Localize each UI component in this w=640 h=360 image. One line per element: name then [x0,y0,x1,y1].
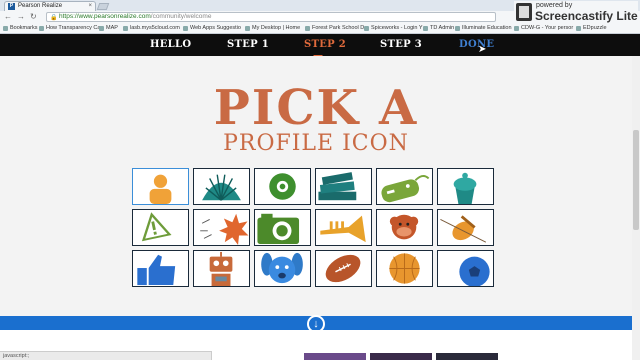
soccer-ball-icon [459,256,490,286]
screencastify-brand: Screencastify Lite [535,9,638,23]
camera-icon [257,213,300,245]
new-tab-button[interactable] [96,3,110,10]
person-icon [149,174,172,204]
close-tab-icon[interactable]: × [88,2,92,11]
page-subtitle: PROFILE ICON [223,131,409,156]
icon-option-basketball[interactable] [376,250,433,287]
icon-option-cupcake[interactable] [437,168,494,205]
icon-option-pokeball[interactable] [254,168,311,205]
trumpet-icon [320,215,366,243]
film-strip-icon [516,3,532,21]
bookmark-item[interactable]: Bookmarks [2,23,38,33]
icon-option-dog[interactable] [254,250,311,287]
bookmark-item[interactable]: Spiceworks - Login Y [363,23,423,33]
monkey-icon [389,214,419,240]
bookmark-item[interactable]: EDpuzzle [575,23,607,33]
lock-icon: 🔒 [50,15,58,21]
address-bar[interactable]: 🔒 https://www.pearsonrealize.com/communi… [46,12,496,22]
icon-option-robot[interactable] [193,250,250,287]
game-controller-icon [381,175,430,203]
screencastify-watermark: powered by Screencastify Lite [514,1,638,23]
icon-option-warning-sign[interactable] [132,209,189,246]
robot-icon [209,251,233,286]
dog-icon [261,252,303,284]
books-icon [318,172,357,201]
icon-option-monkey[interactable] [376,209,433,246]
thumbs-up-icon [137,254,176,286]
back-arrow-icon[interactable]: ← [4,12,12,22]
step-3[interactable]: STEP 3 [380,39,422,50]
icon-option-violin[interactable] [437,209,494,246]
pearson-favicon-icon: P [8,3,15,10]
bookmark-item[interactable]: Web Apps Suggestio [182,23,241,33]
preview-thumbnail[interactable] [370,353,432,360]
scrollbar-thumb[interactable] [633,130,639,230]
icon-option-game-controller[interactable] [376,168,433,205]
url-host: https://www.pearsonrealize.com [59,13,151,20]
icon-option-shell[interactable] [193,168,250,205]
page-title: PICK A [213,80,419,136]
reload-icon[interactable]: ↻ [30,12,37,22]
step-1[interactable]: STEP 1 [227,39,269,50]
icon-option-camera[interactable] [254,209,311,246]
main-content: PICK A PROFILE ICON [0,56,640,316]
explosion-icon [200,213,249,245]
warning-sign-icon [141,212,172,242]
bookmark-item[interactable]: CDW-G - Your persor [513,23,573,33]
bookmark-item[interactable]: TD Admin [422,23,454,33]
tab-title: Pearson Realize [18,3,63,9]
bookmark-item[interactable]: How Transparency Ca [38,23,100,33]
step-done[interactable]: DONE [459,39,494,50]
mouse-cursor-icon: ➤ [478,44,487,55]
icon-option-books[interactable] [315,168,372,205]
step-navigation: HELLO STEP 1 STEP 2 STEP 3 DONE [0,34,640,56]
bookmark-item[interactable]: lasb.mys5cloud.com [122,23,180,33]
bookmark-item[interactable]: MAP [98,23,118,33]
bookmarks-bar: Bookmarks How Transparency Ca MAP lasb.m… [0,23,640,34]
basketball-icon [389,253,420,284]
bookmark-item[interactable]: Forest Park School D [304,23,364,33]
forward-arrow-icon[interactable]: → [17,12,25,22]
icon-option-explosion[interactable] [193,209,250,246]
pokeball-icon [269,173,296,200]
icon-option-person[interactable] [132,168,189,205]
icon-option-football[interactable] [315,250,372,287]
bookmark-item[interactable]: Illuminate Education [454,23,512,33]
preview-thumbnail[interactable] [436,353,498,360]
url-path: /community/welcome [150,13,212,20]
browser-status-bar: javascript:; [0,351,212,360]
step-hello[interactable]: HELLO [150,39,191,50]
shell-icon [202,174,241,201]
cupcake-icon [453,172,477,204]
browser-tab[interactable]: P Pearson Realize × [4,1,96,11]
icon-option-soccer-ball[interactable] [437,250,494,287]
bookmark-item[interactable]: My Desktop | Home [244,23,300,33]
preview-thumbnail[interactable] [304,353,366,360]
step-2[interactable]: STEP 2 [304,39,346,50]
icon-option-trumpet[interactable] [315,209,372,246]
powered-by-text: powered by [536,2,573,9]
arrow-down-icon: ↓ [313,318,319,330]
violin-icon [440,215,487,243]
icon-option-thumbs-up[interactable] [132,250,189,287]
football-icon [325,254,361,283]
